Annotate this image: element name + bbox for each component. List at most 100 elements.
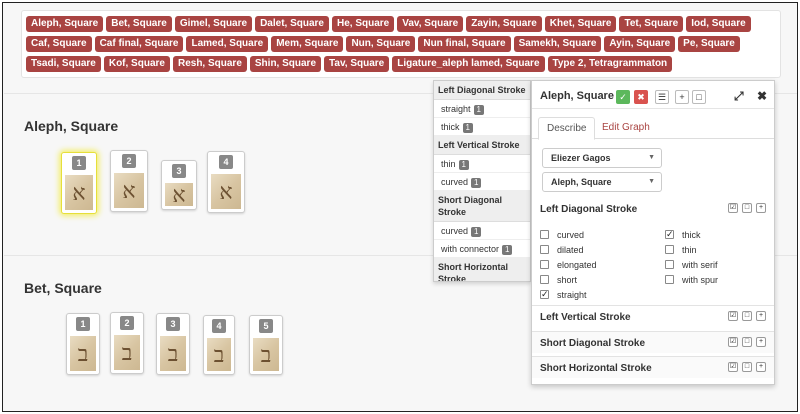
tag-he[interactable]: He, Square [332, 16, 395, 32]
tag-aleph[interactable]: Aleph, Square [26, 16, 104, 32]
feature-checkbox-with-spur[interactable]: with spur [665, 274, 718, 286]
allograph-tag-bar: Aleph, Square Bet, Square Gimel, Square … [21, 10, 781, 78]
checkbox-box [540, 288, 549, 300]
feature-checkbox-straight[interactable]: straight [540, 288, 587, 301]
expand-plus-icon[interactable]: + [756, 337, 766, 347]
stroke-list-item[interactable]: thick 1 [434, 118, 530, 136]
graph-thumbnail[interactable]: 4 ב [203, 315, 235, 375]
stroke-list-item[interactable]: straight 1 [434, 100, 530, 118]
tag-iod[interactable]: Iod, Square [686, 16, 751, 32]
feature-checkbox-short[interactable]: short [540, 274, 577, 286]
check-all-icon[interactable]: ☑ [728, 362, 738, 372]
tag-tetragrammaton[interactable]: Type 2, Tetragrammaton [547, 56, 673, 72]
stroke-list-item[interactable]: curved 1 [434, 173, 530, 191]
tag-tet[interactable]: Tet, Square [619, 16, 684, 32]
checkbox-box [540, 260, 549, 269]
tag-caf[interactable]: Caf, Square [26, 36, 92, 52]
feature-checkbox-dilated[interactable]: dilated [540, 244, 584, 256]
uncheck-all-icon[interactable]: □ [742, 362, 752, 372]
component-short-diagonal-stroke[interactable]: Short Diagonal Stroke ☑ □ + [532, 331, 774, 353]
check-all-icon[interactable]: ☑ [728, 311, 738, 321]
tab-describe[interactable]: Describe [538, 117, 596, 140]
thumb-number: 3 [166, 317, 180, 331]
tag-ayin[interactable]: Ayin, Square [604, 36, 676, 52]
glyph-image: ב [114, 335, 140, 370]
graph-thumbnail[interactable]: 1 א [61, 152, 97, 214]
tag-samekh[interactable]: Samekh, Square [513, 36, 602, 52]
graph-thumbnail[interactable]: 3 א [161, 160, 197, 210]
check-all-icon[interactable]: ☑ [728, 337, 738, 347]
check-all-icon[interactable]: ☑ [728, 203, 738, 213]
thumb-number: 2 [122, 154, 136, 168]
scribe-select[interactable]: Eliezer Gagos ▼ [542, 148, 662, 168]
uncheck-all-icon[interactable]: □ [742, 337, 752, 347]
square-icon[interactable]: □ [692, 90, 706, 104]
tag-tsadi[interactable]: Tsadi, Square [26, 56, 101, 72]
tag-kof[interactable]: Kof, Square [103, 56, 170, 72]
graph-thumbnail[interactable]: 4 א [207, 151, 245, 213]
tag-lamed[interactable]: Lamed, Square [186, 36, 269, 52]
glyph-image: ב [207, 338, 231, 371]
plus-icon[interactable]: + [675, 90, 689, 104]
component-left-vertical-stroke[interactable]: Left Vertical Stroke ☑ □ + [532, 305, 774, 327]
save-check-icon[interactable]: ✓ [616, 90, 630, 104]
close-icon[interactable]: ✖ [757, 89, 767, 103]
stroke-list-item[interactable]: thin 1 [434, 155, 530, 173]
component-short-horizontal-stroke[interactable]: Short Horizontal Stroke ☑ □ + [532, 356, 774, 378]
thumb-number: 2 [120, 316, 134, 330]
tag-ligature-aleph-lamed[interactable]: Ligature_aleph lamed, Square [392, 56, 545, 72]
component-title: Left Diagonal Stroke [540, 204, 638, 215]
tag-gimel[interactable]: Gimel, Square [174, 16, 253, 32]
stroke-list-item[interactable]: curved 1 [434, 222, 530, 240]
feature-checkbox-curved[interactable]: curved [540, 229, 584, 241]
tag-khet[interactable]: Khet, Square [544, 16, 617, 32]
stroke-list-item[interactable]: with connector 1 [434, 240, 530, 258]
glyph-image: א [114, 173, 144, 208]
graph-thumbnail[interactable]: 1 ב [66, 313, 100, 375]
section-title: Bet, Square [24, 280, 102, 296]
checkbox-box [665, 228, 674, 240]
tag-dalet[interactable]: Dalet, Square [255, 16, 329, 32]
tag-nun-final[interactable]: Nun final, Square [418, 36, 511, 52]
component-left-diagonal-stroke[interactable]: Left Diagonal Stroke ☑ □ + [532, 198, 774, 220]
stroke-list-header: Short Diagonal Stroke [434, 191, 530, 222]
glyph-image: א [65, 175, 93, 210]
tag-nun[interactable]: Nun, Square [346, 36, 416, 52]
tag-caf-final[interactable]: Caf final, Square [94, 36, 184, 52]
list-icon[interactable]: ☰ [655, 90, 669, 104]
uncheck-all-icon[interactable]: □ [742, 203, 752, 213]
component-title: Short Diagonal Stroke [540, 338, 646, 349]
uncheck-all-icon[interactable]: □ [742, 311, 752, 321]
graph-thumbnail[interactable]: 3 ב [156, 313, 190, 375]
checkbox-box [540, 275, 549, 284]
tag-shin[interactable]: Shin, Square [249, 56, 322, 72]
expand-plus-icon[interactable]: + [756, 203, 766, 213]
cancel-x-icon[interactable]: ✖ [634, 90, 648, 104]
count-badge: 1 [473, 105, 484, 115]
app-frame: Aleph, Square Bet, Square Gimel, Square … [2, 2, 798, 412]
graph-thumbnail[interactable]: 2 ב [110, 312, 144, 374]
graph-thumbnail[interactable]: 2 א [110, 150, 148, 212]
tag-mem[interactable]: Mem, Square [271, 36, 344, 52]
feature-checkbox-thick[interactable]: thick [665, 228, 701, 241]
tag-zayin[interactable]: Zayin, Square [466, 16, 542, 32]
count-badge: 1 [471, 178, 482, 188]
tag-vav[interactable]: Vav, Square [397, 16, 464, 32]
expand-plus-icon[interactable]: + [756, 311, 766, 321]
allograph-select[interactable]: Aleph, Square ▼ [542, 172, 662, 192]
tag-tav[interactable]: Tav, Square [324, 56, 390, 72]
glyph-image: א [165, 183, 193, 206]
graph-thumbnail[interactable]: 5 ב [249, 315, 283, 375]
tag-pe[interactable]: Pe, Square [678, 36, 740, 52]
stroke-list-header: Left Vertical Stroke [434, 136, 530, 155]
tag-bet[interactable]: Bet, Square [106, 16, 172, 32]
count-badge: 1 [471, 227, 482, 237]
tab-edit-graph[interactable]: Edit Graph [594, 117, 658, 140]
feature-checkbox-elongated[interactable]: elongated [540, 259, 597, 271]
expand-icon[interactable]: ⤢ [734, 89, 744, 104]
feature-checkbox-with-serif[interactable]: with serif [665, 259, 718, 271]
tag-resh[interactable]: Resh, Square [172, 56, 247, 72]
feature-checkbox-thin[interactable]: thin [665, 244, 697, 256]
expand-plus-icon[interactable]: + [756, 362, 766, 372]
caret-down-icon: ▼ [648, 178, 655, 185]
